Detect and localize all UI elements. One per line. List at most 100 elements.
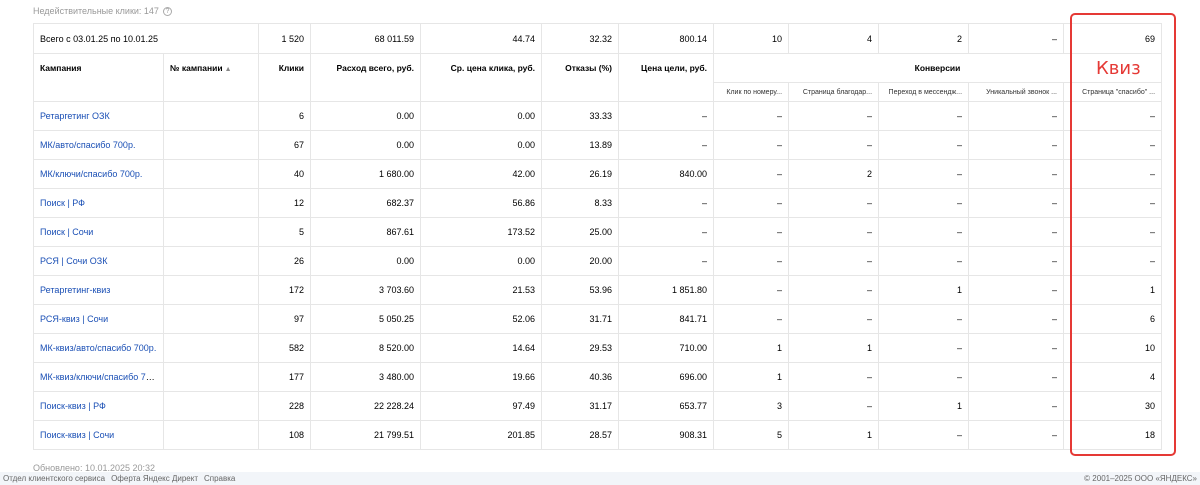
campaign-link[interactable]: Ретаргетинг ОЗК xyxy=(40,111,110,121)
cell-clicks: 26 xyxy=(258,246,312,276)
total-conv-1: 10 xyxy=(713,23,790,54)
invalid-clicks-note: Недействительные клики: 147 ? xyxy=(33,6,172,16)
campaign-link[interactable]: МК-квиз/авто/спасибо 700р. xyxy=(40,343,156,353)
total-row: Всего с 03.01.25 по 10.01.25 1 520 68 01… xyxy=(32,23,1163,54)
cell-clicks: 67 xyxy=(258,130,312,160)
cell-conv-1: – xyxy=(713,188,790,218)
cell-clicks: 12 xyxy=(258,188,312,218)
cell-conv-2: – xyxy=(788,217,880,247)
cell-conv-3: – xyxy=(878,101,970,131)
cell-conv-1: 1 xyxy=(713,362,790,392)
cell-conv-4: – xyxy=(968,101,1065,131)
campaign-number-cell xyxy=(162,420,260,450)
header-conv-spasibo-page[interactable]: Страница "спасибо" ... xyxy=(1063,82,1163,102)
campaign-cell: МК/ключи/спасибо 700р. xyxy=(33,159,164,189)
cell-clicks: 97 xyxy=(258,304,312,334)
campaign-link[interactable]: МК/ключи/спасибо 700р. xyxy=(40,169,142,179)
header-clicks[interactable]: Клики xyxy=(258,53,312,102)
table-row: Поиск-квиз | Сочи 108 21 799.51 201.85 28.57… xyxy=(33,420,1163,450)
cell-conv-5: 18 xyxy=(1063,420,1163,450)
cell-conv-5: – xyxy=(1063,101,1163,131)
cell-bounce: 29.53 xyxy=(541,333,620,363)
campaign-link[interactable]: РСЯ-квиз | Сочи xyxy=(40,314,108,324)
cell-bounce: 33.33 xyxy=(541,101,620,131)
cell-spend: 5 050.25 xyxy=(310,304,422,334)
cell-spend: 0.00 xyxy=(310,101,422,131)
cell-conv-3: – xyxy=(878,362,970,392)
total-spend: 68 011.59 xyxy=(310,23,422,54)
campaign-cell: РСЯ | Сочи ОЗК xyxy=(33,246,164,276)
header-conv-call-click[interactable]: Клик по номеру... xyxy=(713,82,790,102)
cell-conv-3: 1 xyxy=(878,391,970,421)
campaign-stats-table: Всего с 03.01.25 по 10.01.25 1 520 68 01… xyxy=(32,23,1163,450)
cell-conv-2: – xyxy=(788,304,880,334)
campaign-link[interactable]: Поиск-квиз | РФ xyxy=(40,401,106,411)
cell-goal-price: – xyxy=(618,246,715,276)
table-row: РСЯ | Сочи ОЗК 26 0.00 0.00 20.00– – – – – – xyxy=(33,246,1163,276)
cell-bounce: 31.17 xyxy=(541,391,620,421)
cell-conv-1: – xyxy=(713,304,790,334)
campaign-number-cell xyxy=(162,130,260,160)
campaign-number-cell xyxy=(162,362,260,392)
cell-bounce: 25.00 xyxy=(541,217,620,247)
header-conv-thanks-page[interactable]: Страница благодар... xyxy=(788,82,880,102)
cell-conv-3: – xyxy=(878,188,970,218)
campaign-link[interactable]: МК/авто/спасибо 700р. xyxy=(40,140,135,150)
cell-conv-2: – xyxy=(788,275,880,305)
cell-spend: 1 680.00 xyxy=(310,159,422,189)
header-cpc[interactable]: Ср. цена клика, руб. xyxy=(420,53,543,102)
total-label: Всего с 03.01.25 по 10.01.25 xyxy=(32,23,260,54)
cell-conv-5: 10 xyxy=(1063,333,1163,363)
footer-link-offer[interactable]: Оферта Яндекс Директ xyxy=(111,474,198,483)
campaign-cell: Ретаргетинг-квиз xyxy=(33,275,164,305)
cell-bounce: 28.57 xyxy=(541,420,620,450)
header-goal-price[interactable]: Цена цели, руб. xyxy=(618,53,715,102)
cell-cpc: 97.49 xyxy=(420,391,543,421)
header-campaign[interactable]: Кампания xyxy=(33,53,164,102)
campaign-link[interactable]: РСЯ | Сочи ОЗК xyxy=(40,256,107,266)
cell-conv-2: – xyxy=(788,130,880,160)
cell-conv-5: 30 xyxy=(1063,391,1163,421)
cell-goal-price: – xyxy=(618,217,715,247)
cell-spend: 3 480.00 xyxy=(310,362,422,392)
campaign-link[interactable]: Поиск-квиз | Сочи xyxy=(40,430,114,440)
campaign-link[interactable]: Поиск | РФ xyxy=(40,198,85,208)
cell-goal-price: 908.31 xyxy=(618,420,715,450)
cell-clicks: 582 xyxy=(258,333,312,363)
header-campaign-number[interactable]: № кампании ▲ xyxy=(162,53,260,102)
cell-conv-5: – xyxy=(1063,130,1163,160)
cell-spend: 682.37 xyxy=(310,188,422,218)
footer-link-client-service[interactable]: Отдел клиентского сервиса xyxy=(3,474,105,483)
cell-cpc: 56.86 xyxy=(420,188,543,218)
cell-conv-4: – xyxy=(968,362,1065,392)
header-spend[interactable]: Расход всего, руб. xyxy=(310,53,422,102)
campaign-cell: Поиск-квиз | РФ xyxy=(33,391,164,421)
footer-link-help[interactable]: Справка xyxy=(204,474,235,483)
cell-bounce: 20.00 xyxy=(541,246,620,276)
cell-conv-2: – xyxy=(788,362,880,392)
cell-conv-3: 1 xyxy=(878,275,970,305)
table-row: Ретаргетинг ОЗК 6 0.00 0.00 33.33– – – – – – xyxy=(33,101,1163,131)
campaign-number-cell xyxy=(162,333,260,363)
header-bounce[interactable]: Отказы (%) xyxy=(541,53,620,102)
cell-goal-price: 1 851.80 xyxy=(618,275,715,305)
campaign-number-cell xyxy=(162,217,260,247)
sort-asc-icon: ▲ xyxy=(224,66,232,73)
help-icon[interactable]: ? xyxy=(162,6,172,16)
cell-conv-3: – xyxy=(878,333,970,363)
cell-conv-4: – xyxy=(968,275,1065,305)
campaign-cell: Поиск-квиз | Сочи xyxy=(33,420,164,450)
cell-goal-price: 840.00 xyxy=(618,159,715,189)
table-row: Ретаргетинг-квиз 172 3 703.60 21.53 53.96 1 8… xyxy=(33,275,1163,305)
header-conv-unique-call[interactable]: Уникальный звонок ... xyxy=(968,82,1065,102)
cell-cpc: 14.64 xyxy=(420,333,543,363)
cell-conv-5: – xyxy=(1063,159,1163,189)
cell-bounce: 13.89 xyxy=(541,130,620,160)
campaign-link[interactable]: Ретаргетинг-квиз xyxy=(40,285,110,295)
campaign-link[interactable]: Поиск | Сочи xyxy=(40,227,93,237)
campaign-link[interactable]: МК-квиз/ключи/спасибо 700р. xyxy=(40,372,163,382)
cell-conv-3: – xyxy=(878,304,970,334)
header-conv-messenger[interactable]: Переход в мессендж... xyxy=(878,82,970,102)
cell-conv-1: – xyxy=(713,101,790,131)
cell-spend: 22 228.24 xyxy=(310,391,422,421)
